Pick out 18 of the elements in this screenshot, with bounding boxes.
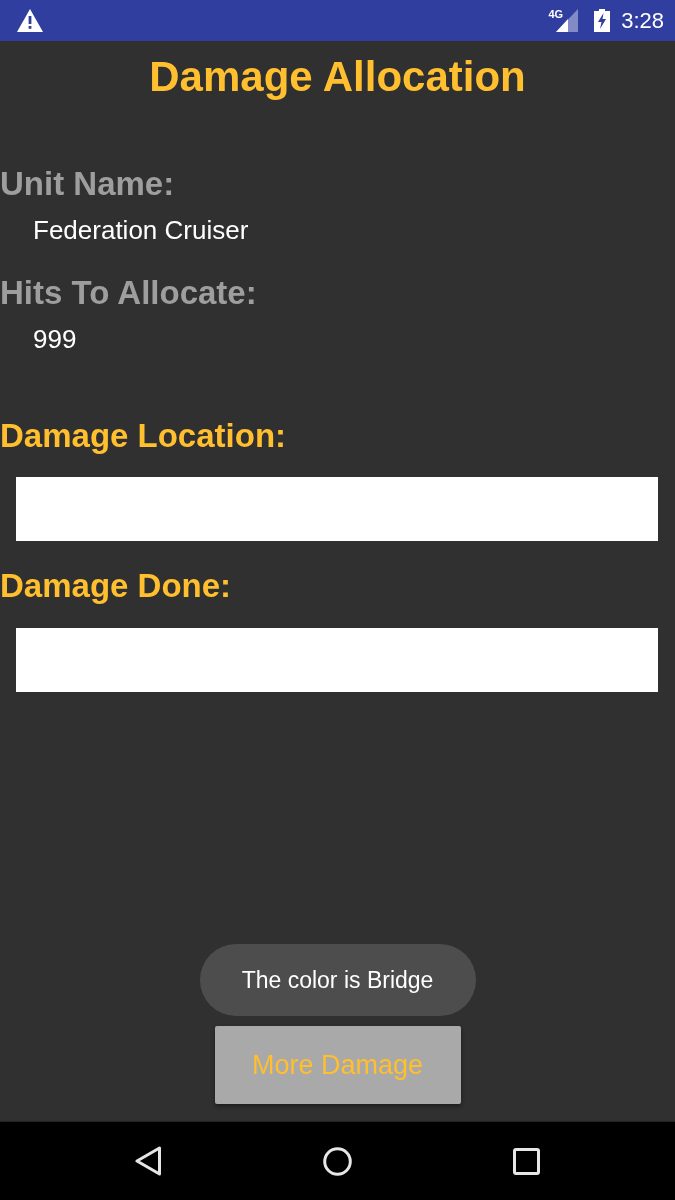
input-field[interactable] — [16, 628, 658, 692]
field-label: Hits To Allocate: — [0, 273, 257, 313]
toast-message: The color is Bridge — [199, 944, 476, 1016]
network-type-label: 4G — [548, 9, 564, 20]
field-value: Federation Cruiser — [33, 214, 249, 246]
more-damage-button[interactable]: More Damage — [214, 1026, 461, 1104]
field-value: 999 — [33, 323, 77, 355]
clock-time: 3:28 — [621, 7, 664, 34]
field-label: Unit Name: — [0, 164, 175, 204]
input-label: Damage Done: — [0, 566, 232, 606]
recents-icon[interactable] — [513, 1147, 540, 1175]
warning-icon — [17, 9, 43, 32]
back-icon[interactable] — [135, 1146, 162, 1176]
input-label: Damage Location: — [0, 416, 287, 456]
home-icon[interactable] — [323, 1146, 352, 1176]
battery-charging-icon — [594, 9, 611, 32]
input-field[interactable] — [16, 477, 658, 541]
screen-title: Damage Allocation — [149, 52, 526, 102]
